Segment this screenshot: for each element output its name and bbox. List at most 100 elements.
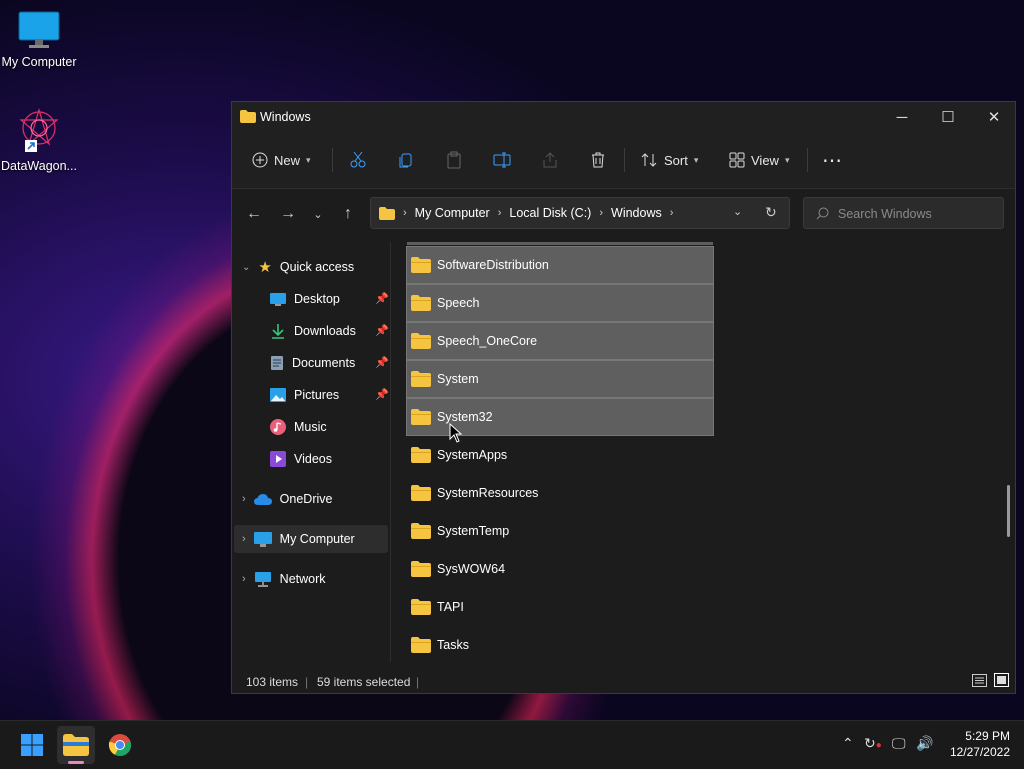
windows-logo-icon [21,734,43,756]
search-box[interactable] [803,197,1004,229]
status-divider: | [305,675,309,689]
view-button[interactable]: View ▾ [729,146,789,174]
start-button[interactable] [13,726,51,764]
taskbar: ⌃ ↻● 🖵 🔊 5:29 PM 12/27/2022 [0,720,1024,769]
plus-circle-icon [252,152,268,168]
network-icon [254,572,271,587]
more-options-button[interactable]: ⋯ [822,146,842,174]
volume-icon[interactable]: 🔊 [916,735,933,752]
chevron-right-icon[interactable]: › [498,207,502,219]
new-label: New [274,152,301,168]
file-row[interactable]: SysWOW64 [407,551,713,587]
rename-button[interactable] [493,146,511,174]
file-row[interactable]: Speech_OneCore [406,322,714,360]
close-button[interactable]: ✕ [971,102,1017,132]
copy-button[interactable] [397,146,415,174]
sidebar-item-network[interactable]: › Network [242,565,326,593]
chevron-right-icon[interactable]: › [242,493,246,505]
network-status-icon[interactable]: 🖵 [892,735,906,752]
chevron-right-icon[interactable]: › [242,533,246,545]
delete-button[interactable] [589,146,607,174]
address-bar[interactable]: › My Computer › Local Disk (C:) › Window… [370,197,790,229]
sidebar-item-documents[interactable]: Documents [270,349,355,377]
file-list: SoftwareDistribution Speech Speech_OneCore… [392,242,1002,662]
sidebar-item-downloads[interactable]: Downloads [270,317,356,345]
back-arrow-icon[interactable]: ← [240,203,268,225]
clock-time: 5:29 PM [965,729,1010,743]
window-title: Windows [260,110,311,124]
chevron-right-icon[interactable]: › [599,207,603,219]
breadcrumb-windows[interactable]: Windows [611,206,662,220]
sidebar-item-label: Documents [292,356,356,370]
pin-icon: 📌 [375,357,389,369]
folder-icon [63,734,89,756]
desktop-icon-my-computer[interactable]: My Computer [0,10,78,69]
sidebar-item-quick-access[interactable]: ⌄ ★ Quick access [242,253,354,281]
title-bar[interactable]: Windows ─ ☐ ✕ [232,102,1015,132]
document-icon [271,356,283,370]
maximize-button[interactable]: ☐ [925,102,971,132]
file-row[interactable]: SoftwareDistribution [406,246,714,284]
chevron-down-icon: ▾ [693,154,699,165]
breadcrumb: › My Computer › Local Disk (C:) › Window… [379,198,673,228]
address-history-chevron-icon[interactable]: ⌄ [733,205,742,218]
sidebar-item-pictures[interactable]: Pictures [270,381,339,409]
sync-icon[interactable]: ↻● [864,735,882,752]
details-view-icon[interactable] [972,674,987,690]
new-button[interactable]: New ▾ [252,146,311,174]
taskbar-chrome[interactable] [101,726,139,764]
file-row[interactable]: TAPI [407,589,713,625]
forward-arrow-icon[interactable]: → [274,203,302,225]
sidebar-item-my-computer[interactable]: › My Computer [234,525,388,553]
show-hidden-icons-chevron-icon[interactable]: ⌃ [842,735,854,752]
file-row[interactable]: SystemResources [407,475,713,511]
paste-button[interactable] [445,146,463,174]
folder-icon [411,371,431,387]
refresh-icon[interactable]: ↻ [765,204,777,221]
rename-icon [493,152,511,168]
clipboard-icon [447,151,461,169]
sidebar-item-onedrive[interactable]: › OneDrive [242,485,332,513]
file-row[interactable]: SystemTemp [407,513,713,549]
chevron-down-icon[interactable]: ⌄ [242,262,250,273]
desktop-icon-datawagon[interactable]: DataWagon... [0,106,78,173]
pane-divider[interactable] [390,242,391,662]
tiles-view-icon[interactable] [994,673,1009,690]
videos-icon [270,451,286,467]
minimize-button[interactable]: ─ [879,102,925,132]
chevron-right-icon[interactable]: › [242,573,246,585]
command-bar: New ▾ Sort ▾ View ▾ ⋯ [232,132,1015,189]
pin-icon: 📌 [375,389,389,401]
breadcrumb-my-computer[interactable]: My Computer [415,206,490,220]
sidebar-item-videos[interactable]: Videos [270,445,332,473]
taskbar-file-explorer[interactable] [57,726,95,764]
sort-button[interactable]: Sort ▾ [640,146,698,174]
breadcrumb-local-disk[interactable]: Local Disk (C:) [509,206,591,220]
navigation-pane: ⌄ ★ Quick access Desktop 📌 Downloads 📌 D… [232,242,391,662]
clock-date: 12/27/2022 [949,745,1010,759]
cut-button[interactable] [349,146,367,174]
file-name: Speech_OneCore [437,334,538,348]
share-button[interactable] [541,146,559,174]
file-name: SoftwareDistribution [437,258,549,272]
chevron-down-icon: ▾ [306,154,311,165]
sidebar-item-label: Pictures [294,388,340,402]
file-row[interactable]: Tasks [407,627,713,662]
desktop-icon-label: My Computer [1,55,77,69]
chevron-down-icon: ▾ [784,154,790,165]
file-row[interactable]: System [406,360,714,398]
folder-icon [411,561,431,577]
sidebar-item-desktop[interactable]: Desktop [270,285,340,313]
sidebar-item-music[interactable]: Music [270,413,327,441]
vertical-scrollbar[interactable] [1007,485,1010,537]
search-input[interactable] [836,204,1000,224]
sidebar-item-label: OneDrive [279,492,333,506]
trash-icon [592,152,604,168]
up-arrow-icon[interactable]: ↑ [334,203,362,225]
sidebar-item-label: Videos [294,452,332,466]
recent-locations-chevron-icon[interactable]: ⌄ [304,203,332,225]
clock[interactable]: 5:29 PM 12/27/2022 [950,728,1010,760]
chevron-right-icon[interactable]: › [670,207,674,219]
download-icon [272,324,284,339]
file-row[interactable]: Speech [406,284,714,322]
